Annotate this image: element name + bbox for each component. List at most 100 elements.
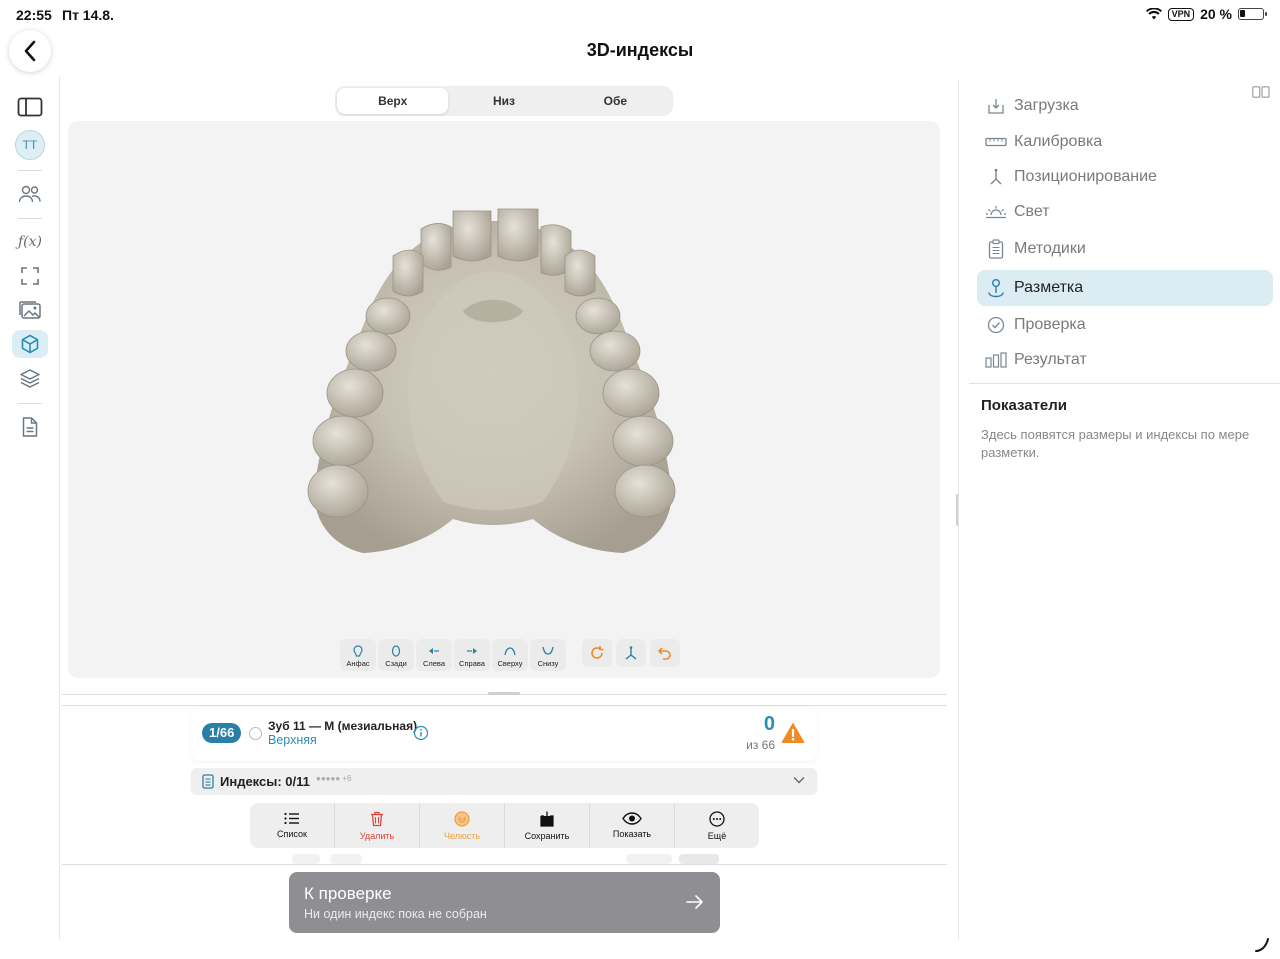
sidebar-toggle-button[interactable] — [14, 93, 46, 121]
users-icon — [18, 185, 41, 203]
step-upload[interactable]: Загрузка — [977, 88, 1273, 124]
undo-icon — [657, 647, 671, 660]
left-view-icon — [429, 648, 439, 654]
rotate-button[interactable] — [582, 639, 612, 667]
wifi-icon — [1145, 8, 1162, 20]
arrow-right-icon — [686, 895, 703, 909]
list-label: Список — [277, 829, 307, 839]
indexes-doc-icon — [202, 774, 214, 789]
step-markup[interactable]: Разметка — [977, 270, 1273, 306]
panel-divider — [969, 383, 1280, 384]
view-front-button[interactable]: Анфас — [340, 639, 376, 671]
indexes-row[interactable]: Индексы: 0/11 ●●●●● +6 — [191, 768, 817, 795]
documents-button[interactable] — [14, 413, 46, 441]
axes-icon — [625, 646, 637, 660]
view-left-label: Слева — [422, 659, 446, 668]
rotate-icon — [591, 646, 604, 659]
cta-subtitle: Ни один индекс пока не собран — [304, 907, 487, 921]
save-label: Сохранить — [524, 830, 570, 841]
step-light[interactable]: Свет — [977, 194, 1273, 230]
step-review[interactable]: Проверка — [977, 307, 1273, 343]
rail-divider — [18, 170, 42, 171]
back-view-icon — [391, 645, 401, 657]
tooth-radio[interactable] — [249, 727, 262, 740]
step-markup-label: Разметка — [1014, 279, 1084, 296]
rail-divider — [18, 403, 42, 404]
function-icon: ƒ(x) — [17, 234, 42, 250]
3d-models-button[interactable] — [12, 330, 48, 358]
show-button[interactable]: Показать — [590, 803, 675, 848]
3d-viewport[interactable]: Анфас Сзади Слева Справа Сверху Снизу — [68, 121, 940, 678]
status-bar: 22:55 Пт 14.8. VPN 20 % — [0, 0, 1280, 30]
vpn-badge: VPN — [1167, 7, 1195, 21]
view-toolbar: Анфас Сзади Слева Справа Сверху Снизу — [340, 639, 680, 671]
view-top-button[interactable]: Сверху — [492, 639, 528, 671]
step-positioning[interactable]: Позиционирование — [977, 159, 1273, 195]
bars-icon — [985, 349, 1007, 371]
save-button[interactable]: Сохранить — [505, 803, 590, 848]
current-tooth-card[interactable]: 1/66 Зуб 11 — М (мезиальная) Верхняя 0 и… — [191, 707, 817, 761]
formulas-button[interactable]: ƒ(x) — [14, 228, 46, 256]
step-positioning-label: Позиционирование — [1014, 168, 1157, 185]
status-date: Пт 14.8. — [62, 7, 114, 23]
scroll-ghost — [679, 854, 719, 864]
tab-both[interactable]: Обе — [560, 88, 671, 114]
jaw-label: Челюсть — [443, 830, 481, 841]
light-icon — [985, 201, 1007, 223]
step-result[interactable]: Результат — [977, 342, 1273, 378]
step-methods[interactable]: Методики — [977, 231, 1273, 267]
tooth-counter-badge: 1/66 — [202, 723, 242, 743]
upload-icon — [985, 95, 1007, 117]
step-calibration[interactable]: Калибровка — [977, 124, 1273, 160]
view-back-button[interactable]: Сзади — [378, 639, 414, 671]
eye-icon — [622, 812, 642, 825]
scan-button[interactable] — [14, 262, 46, 290]
action-bar: Список Удалить Челюсть Сохранить Показат… — [250, 803, 759, 848]
view-bottom-button[interactable]: Снизу — [530, 639, 566, 671]
scan-frame-icon — [21, 267, 39, 285]
rail-divider — [18, 218, 42, 219]
sidebar-toggle-icon — [17, 97, 43, 117]
score-value: 0 — [763, 713, 775, 735]
undo-button[interactable] — [650, 639, 680, 667]
photos-button[interactable] — [14, 296, 46, 324]
delete-button[interactable]: Удалить — [335, 803, 420, 848]
page-title: 3D-индексы — [586, 40, 694, 60]
check-circle-icon — [985, 314, 1007, 336]
upper-jaw-model[interactable] — [293, 201, 693, 561]
document-icon — [22, 417, 38, 437]
step-review-label: Проверка — [1014, 316, 1086, 333]
to-review-button[interactable]: К проверке Ни один индекс пока не собран — [289, 872, 720, 933]
scroll-ghost — [626, 854, 672, 864]
layers-button[interactable] — [14, 364, 46, 392]
warning-icon[interactable] — [781, 722, 805, 744]
chevron-down-icon[interactable] — [793, 776, 805, 784]
axes-button[interactable] — [616, 639, 646, 667]
view-left-button[interactable]: Слева — [416, 639, 452, 671]
save-icon — [540, 811, 554, 827]
show-label: Показать — [612, 829, 652, 839]
list-icon — [284, 812, 299, 825]
more-button[interactable]: Ещё — [675, 803, 759, 848]
avatar[interactable]: ТТ — [15, 130, 45, 160]
layers-icon — [20, 369, 40, 388]
tooth-jaw: Верхняя — [268, 733, 317, 747]
tab-lower[interactable]: Низ — [448, 88, 559, 114]
view-right-button[interactable]: Справа — [454, 639, 490, 671]
bottom-view-icon — [542, 646, 554, 655]
step-upload-label: Загрузка — [1014, 97, 1079, 114]
jaw-icon — [454, 810, 470, 827]
axis-icon — [985, 166, 1007, 188]
metrics-hint: Здесь появятся размеры и индексы по мере… — [981, 427, 1250, 460]
scroll-ghost — [292, 854, 320, 864]
tab-upper[interactable]: Верх — [337, 88, 449, 114]
ruler-icon — [985, 131, 1007, 153]
patients-button[interactable] — [14, 180, 46, 208]
jaw-button[interactable]: Челюсть — [420, 803, 505, 848]
list-button[interactable]: Список — [250, 803, 335, 848]
step-calibration-label: Калибровка — [1014, 133, 1103, 150]
metrics-title: Показатели — [981, 397, 1068, 414]
resize-grabber[interactable] — [488, 692, 520, 695]
view-right-label: Справа — [459, 659, 485, 668]
info-icon[interactable] — [413, 725, 429, 741]
